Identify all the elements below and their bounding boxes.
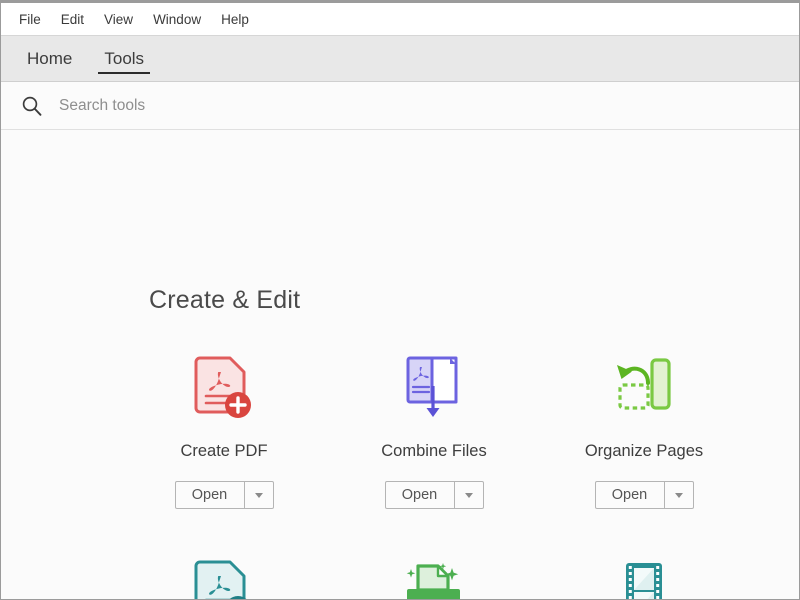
search-bar (1, 82, 799, 130)
chevron-down-icon[interactable] (664, 482, 693, 508)
create-pdf-icon (190, 352, 258, 424)
tool-label: Create PDF (180, 442, 267, 461)
combine-files-icon (400, 352, 468, 424)
search-icon[interactable] (21, 95, 43, 117)
tools-content-area: Create & Edit Create PDF (1, 130, 799, 599)
tool-card-scan-ocr[interactable]: Scan & OCR Open (329, 556, 539, 599)
open-button[interactable]: Open (176, 482, 244, 508)
scan-ocr-icon (400, 556, 468, 599)
menu-edit[interactable]: Edit (51, 9, 94, 30)
page-title: Create & Edit (149, 286, 300, 315)
chevron-down-icon[interactable] (454, 482, 483, 508)
tool-button-create-pdf: Open (175, 481, 274, 509)
chevron-down-icon[interactable] (244, 482, 273, 508)
menu-file[interactable]: File (9, 9, 51, 30)
tab-tools[interactable]: Tools (88, 36, 160, 81)
tool-button-combine-files: Open (385, 481, 484, 509)
menu-view[interactable]: View (94, 9, 143, 30)
tool-label: Organize Pages (585, 442, 703, 461)
tool-card-organize-pages: Organize Pages Open (539, 352, 749, 556)
organize-pages-icon (610, 352, 678, 424)
menu-window[interactable]: Window (143, 9, 211, 30)
tool-card-combine-files[interactable]: Combine Files Open (329, 352, 539, 556)
tool-card-export-pdf[interactable]: Export PDF Open (119, 556, 329, 599)
tool-button-organize-pages: Open (595, 481, 694, 509)
application-window: File Edit View Window Help Home Tools Cr… (0, 0, 800, 600)
tool-card-create-pdf[interactable]: Create PDF Open (119, 352, 329, 556)
open-button[interactable]: Open (596, 482, 664, 508)
tab-home[interactable]: Home (11, 36, 88, 81)
menu-help[interactable]: Help (211, 9, 259, 30)
open-button[interactable]: Open (386, 482, 454, 508)
tool-card-rich-media[interactable]: Rich Media Add (539, 556, 749, 599)
tab-bar: Home Tools (1, 36, 799, 82)
menu-bar: File Edit View Window Help (1, 3, 799, 36)
rich-media-icon (610, 556, 678, 599)
tool-label: Combine Files (381, 442, 486, 461)
search-input[interactable] (59, 91, 459, 121)
tool-grid: Create PDF Open (119, 352, 779, 599)
export-pdf-icon (190, 556, 258, 599)
